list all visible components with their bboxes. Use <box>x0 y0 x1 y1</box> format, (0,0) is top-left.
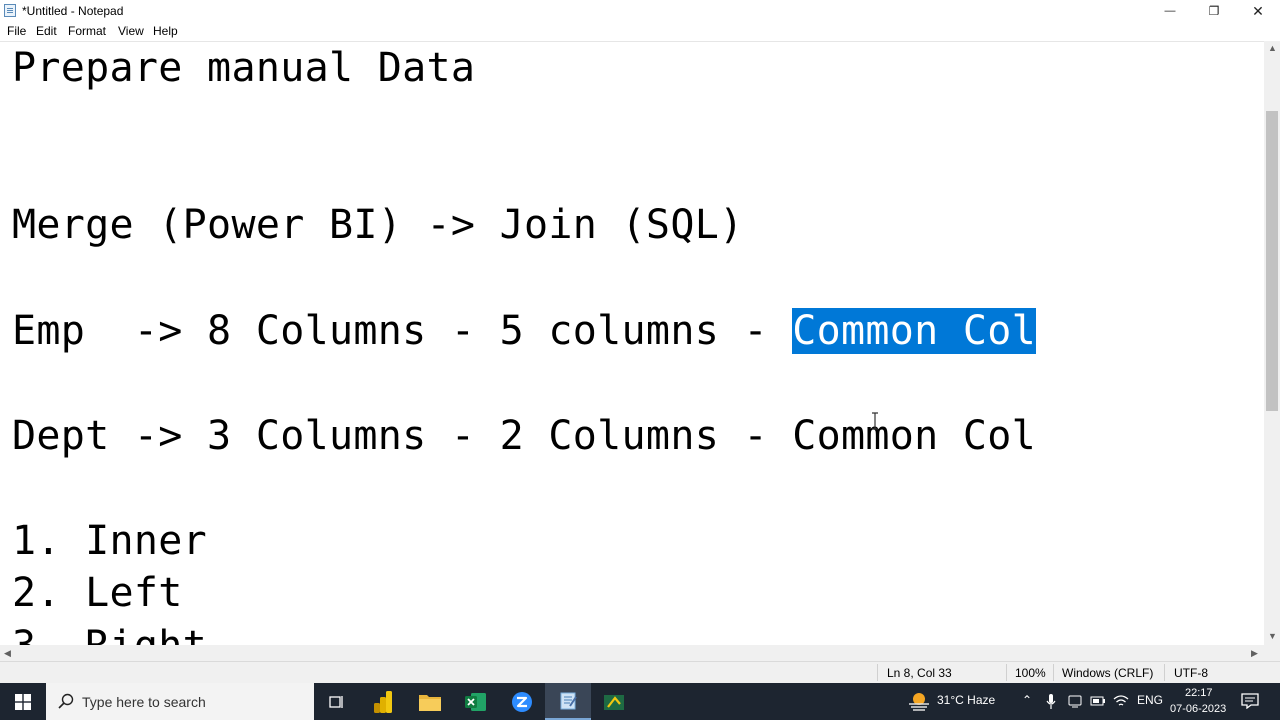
editor-line: Dept -> 3 Columns - 2 Columns - Common C… <box>12 413 1037 459</box>
notifications-icon[interactable] <box>1241 693 1259 709</box>
power-bi-icon <box>374 690 392 713</box>
close-icon: ✕ <box>1252 2 1264 19</box>
excel-app[interactable] <box>453 683 499 720</box>
encoding: UTF-8 <box>1174 666 1208 680</box>
editor-line: Merge (Power BI) -> Join (SQL) <box>12 202 744 248</box>
scroll-thumb[interactable] <box>1266 111 1278 411</box>
snipping-tool-icon <box>604 694 624 710</box>
device-icon[interactable] <box>1068 694 1082 708</box>
close-button[interactable]: ✕ <box>1236 0 1280 22</box>
editor-line: 2. Left <box>12 570 183 616</box>
clock-date[interactable]: 07-06-2023 <box>1170 703 1226 715</box>
folder-icon <box>419 694 441 711</box>
status-divider <box>1006 664 1007 681</box>
language-indicator[interactable]: ENG <box>1137 693 1163 707</box>
editor-line: Emp -> 8 Columns - 5 columns - Common Co… <box>12 305 1037 357</box>
scroll-right-icon[interactable]: ▶ <box>1251 648 1258 659</box>
menu-view[interactable]: View <box>118 24 144 38</box>
zoom-app[interactable] <box>499 683 545 720</box>
zoom-icon <box>512 691 532 712</box>
notepad-icon <box>4 4 16 17</box>
start-button[interactable] <box>0 683 46 720</box>
horizontal-scrollbar[interactable]: ◀ ▶ <box>0 645 1264 661</box>
text-cursor-icon <box>872 412 878 430</box>
minimize-button[interactable]: — <box>1148 0 1192 22</box>
scroll-up-icon[interactable]: ▲ <box>1268 43 1277 53</box>
text-editor[interactable]: Prepare manual Data Merge (Power BI) -> … <box>0 41 1264 646</box>
status-divider <box>877 664 878 681</box>
notepad-app[interactable] <box>545 683 591 720</box>
menu-file[interactable]: File <box>7 24 26 38</box>
menu-format[interactable]: Format <box>68 24 106 38</box>
taskbar: Type here to search 31°C Haze ⌃ ENG 22:1… <box>0 683 1280 720</box>
file-explorer-app[interactable] <box>407 683 453 720</box>
status-divider <box>1164 664 1165 681</box>
restore-icon: ❐ <box>1208 4 1220 18</box>
weather-haze-icon <box>909 693 929 711</box>
notepad-icon <box>560 692 577 709</box>
search-box[interactable]: Type here to search <box>46 683 314 720</box>
task-view-icon <box>329 695 343 708</box>
scroll-down-icon[interactable]: ▼ <box>1268 631 1277 641</box>
cursor-position: Ln 8, Col 33 <box>887 666 952 680</box>
weather-text[interactable]: 31°C Haze <box>937 693 995 707</box>
window-title: *Untitled - Notepad <box>22 4 124 18</box>
status-divider <box>1053 664 1054 681</box>
wifi-icon[interactable] <box>1113 694 1129 708</box>
snipping-tool-app[interactable] <box>591 683 637 720</box>
editor-line: 3. Right <box>12 623 208 646</box>
scrollbar-corner <box>1264 645 1280 661</box>
maximize-button[interactable]: ❐ <box>1192 0 1236 22</box>
editor-line: Prepare manual Data <box>12 45 476 91</box>
title-bar: *Untitled - Notepad — ❐ ✕ <box>0 0 1280 22</box>
task-view-button[interactable] <box>314 683 360 720</box>
vertical-scrollbar[interactable]: ▲ ▼ <box>1264 41 1280 645</box>
search-placeholder: Type here to search <box>82 694 206 710</box>
menu-bar: File Edit Format View Help <box>0 22 1280 41</box>
status-bar: Ln 8, Col 33 100% Windows (CRLF) UTF-8 <box>0 661 1280 683</box>
menu-edit[interactable]: Edit <box>36 24 57 38</box>
power-bi-app[interactable] <box>361 683 407 720</box>
scroll-left-icon[interactable]: ◀ <box>4 648 11 659</box>
clock-time[interactable]: 22:17 <box>1185 687 1213 699</box>
menu-help[interactable]: Help <box>153 24 178 38</box>
microphone-icon[interactable] <box>1046 694 1056 709</box>
zoom-level: 100% <box>1015 666 1046 680</box>
editor-line: 1. Inner <box>12 518 208 564</box>
minimize-icon: — <box>1164 5 1176 17</box>
show-hidden-icons-icon[interactable]: ⌃ <box>1022 693 1032 707</box>
windows-logo-icon <box>15 693 31 710</box>
excel-icon <box>465 692 486 711</box>
line-text: Emp -> 8 Columns - 5 columns - <box>12 308 793 354</box>
selected-text: Common Col <box>792 308 1037 354</box>
battery-icon[interactable] <box>1090 694 1106 708</box>
search-icon <box>58 693 74 709</box>
line-ending: Windows (CRLF) <box>1062 666 1154 680</box>
